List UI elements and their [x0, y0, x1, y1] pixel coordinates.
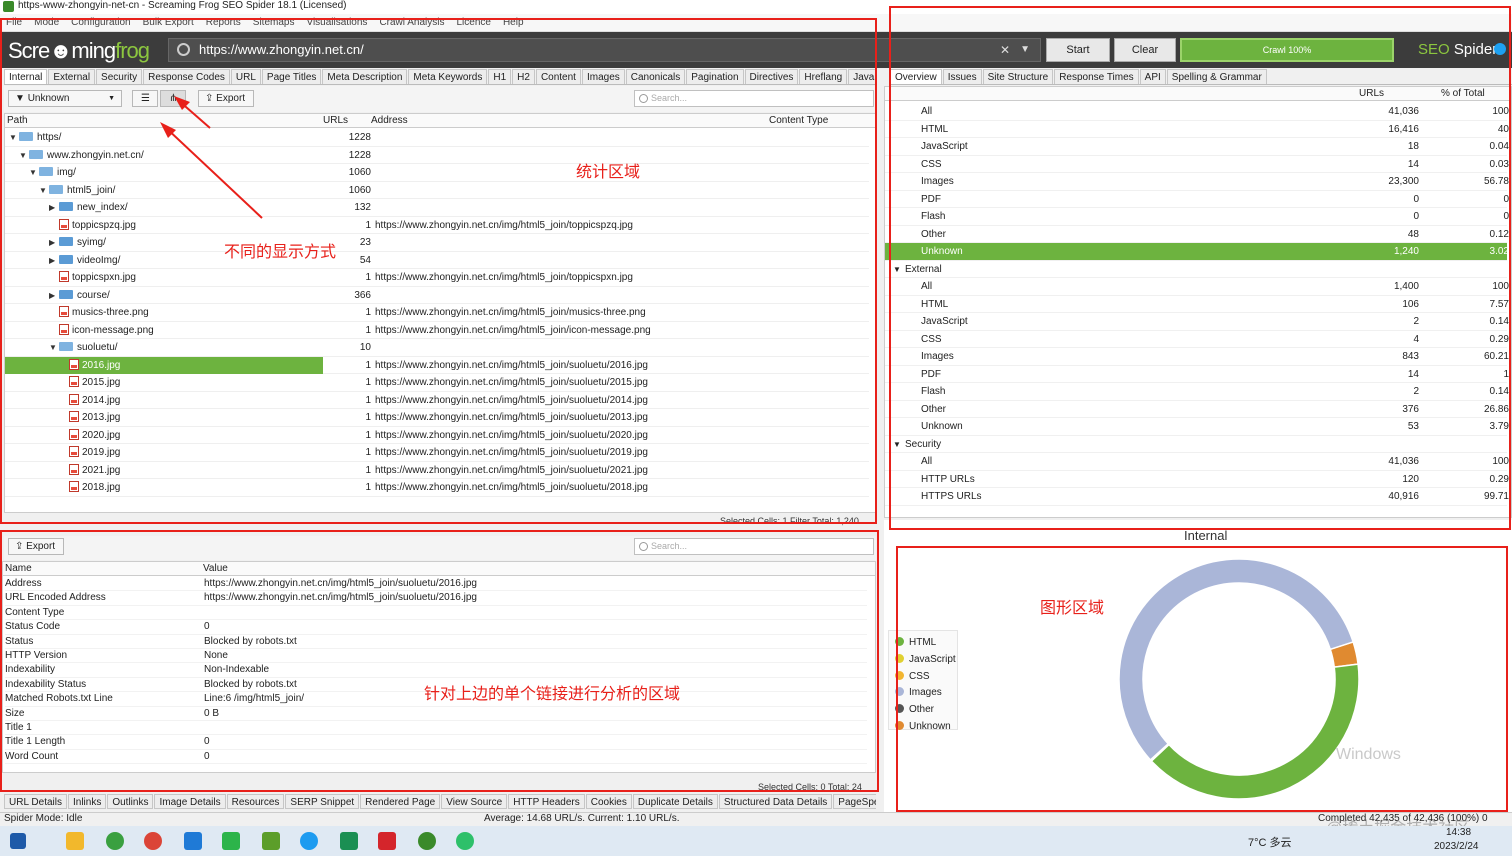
annotation-arrows: [160, 96, 263, 219]
windows-start-icon[interactable]: [10, 833, 26, 849]
clock-time[interactable]: 14:38: [1446, 827, 1471, 838]
chrome-icon[interactable]: [144, 832, 162, 850]
note-chart-area: 图形区域: [1040, 598, 1105, 617]
windows-taskbar: 7°C 多云 14:38 2023/2/24: [0, 826, 1512, 856]
screaming-frog-taskbar-icon[interactable]: [418, 832, 436, 850]
weather-text[interactable]: 7°C 多云: [1248, 834, 1292, 850]
file-explorer-icon[interactable]: [66, 832, 84, 850]
windows-activation-watermark: Windows: [1336, 746, 1401, 763]
spider-mode-text: Spider Mode: Idle: [4, 813, 83, 824]
note-detail-area: 针对上边的单个链接进行分析的区域: [424, 684, 681, 703]
note-stats-area: 统计区域: [576, 162, 641, 181]
wechat-icon[interactable]: [456, 832, 474, 850]
qq-icon[interactable]: [300, 832, 318, 850]
status-bar: Spider Mode: Idle Average: 14.68 URL/s. …: [0, 812, 1512, 836]
app-icon-teal[interactable]: [340, 832, 358, 850]
vscode-icon[interactable]: [184, 832, 202, 850]
wps-icon[interactable]: [378, 832, 396, 850]
browser-360-icon[interactable]: [106, 832, 124, 850]
crawl-speed-text: Average: 14.68 URL/s. Current: 1.10 URL/…: [484, 813, 680, 824]
wechat-dev-icon[interactable]: [222, 832, 240, 850]
arrow-line-1: [163, 125, 263, 219]
app-icon-green[interactable]: [262, 832, 280, 850]
clock-date[interactable]: 2023/2/24: [1434, 841, 1479, 852]
note-display-modes: 不同的显示方式: [224, 242, 337, 261]
